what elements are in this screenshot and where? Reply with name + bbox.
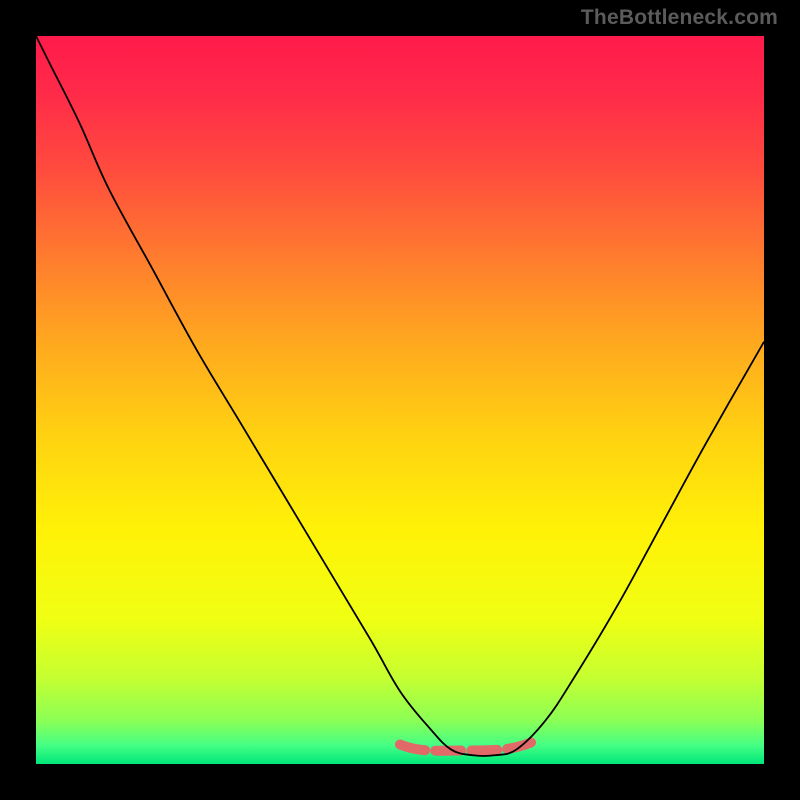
plot-background <box>36 36 764 764</box>
chart-stage: TheBottleneck.com <box>0 0 800 800</box>
attribution-label: TheBottleneck.com <box>581 6 778 30</box>
plot-area <box>36 36 764 764</box>
plot-svg <box>36 36 764 764</box>
